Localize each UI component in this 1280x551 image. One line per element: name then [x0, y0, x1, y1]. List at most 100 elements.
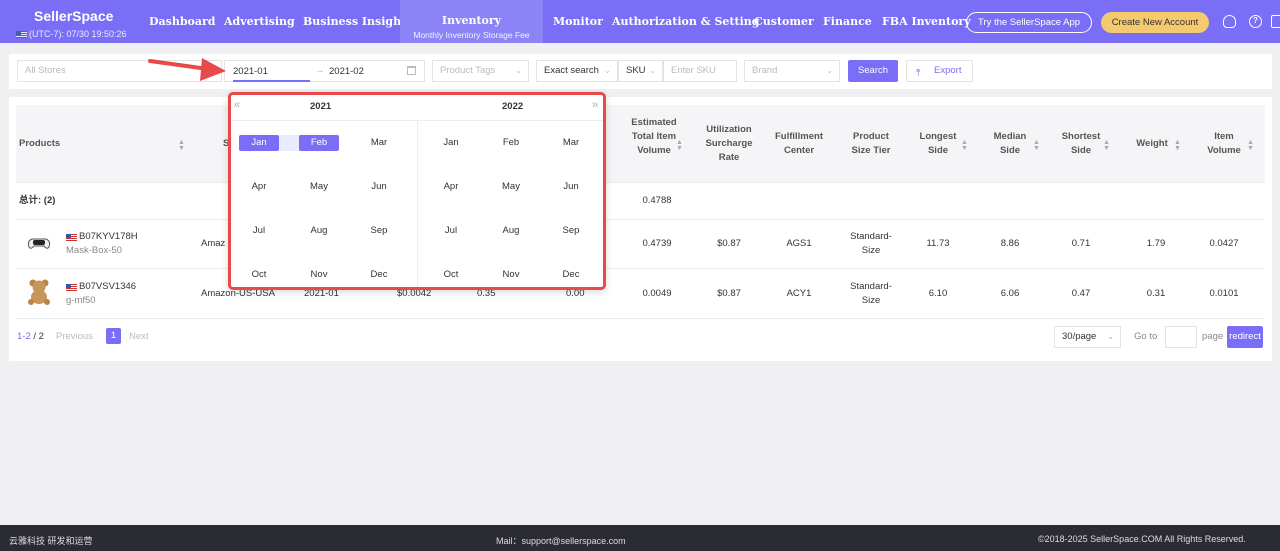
upload-icon: ⤒: [916, 68, 921, 79]
try-app-button[interactable]: Try the SellerSpace App: [966, 12, 1092, 33]
col-header-weight[interactable]: Weight: [1130, 137, 1174, 151]
left-month-dec[interactable]: Dec: [359, 267, 399, 283]
nav-fba-inventory[interactable]: FBA Inventory: [882, 0, 971, 43]
right-month-sep[interactable]: Sep: [551, 223, 591, 239]
search-mode-select[interactable]: Exact search ⌄: [536, 60, 618, 82]
col-header-item-volume[interactable]: Item Volume: [1199, 130, 1249, 158]
headset-icon[interactable]: [1223, 15, 1236, 28]
right-month-mar[interactable]: Mar: [551, 135, 591, 151]
left-month-aug[interactable]: Aug: [299, 223, 339, 239]
right-month-aug[interactable]: Aug: [491, 223, 531, 239]
right-month-apr[interactable]: Apr: [431, 179, 471, 195]
month-range-picker[interactable]: 2021-01 → 2021-02: [224, 60, 425, 82]
col-header-size-tier[interactable]: Product Size Tier: [845, 130, 897, 158]
footer-mail[interactable]: Mail：support@sellerspace.com: [496, 534, 626, 547]
left-month-jul[interactable]: Jul: [239, 223, 279, 239]
chevron-down-icon: ⌄: [604, 66, 611, 75]
col-header-products[interactable]: Products: [19, 137, 60, 151]
left-month-apr[interactable]: Apr: [239, 179, 279, 195]
logo[interactable]: SellerSpace: [34, 8, 113, 24]
sort-icon[interactable]: ▲ ▼: [178, 139, 185, 152]
right-month-may[interactable]: May: [491, 179, 531, 195]
left-month-feb[interactable]: Feb: [299, 135, 339, 151]
nav-inventory[interactable]: Inventory Monthly Inventory Storage Fee: [400, 0, 543, 43]
nav-finance[interactable]: Finance: [823, 0, 872, 43]
translate-icon[interactable]: [1271, 15, 1280, 28]
median-side: 8.86: [1000, 238, 1020, 249]
sort-icon[interactable]: ▲ ▼: [1247, 139, 1254, 152]
col-header-median[interactable]: Median Side: [985, 130, 1035, 158]
page-range-value: 1-2: [17, 331, 31, 342]
sku-input-placeholder: Enter SKU: [671, 65, 716, 76]
sku-field-select[interactable]: SKU ⌄: [618, 60, 663, 82]
col-header-utilization[interactable]: Utilization Surcharge Rate: [700, 123, 758, 165]
nav-authorization-setting[interactable]: Authorization & Setting: [612, 0, 759, 43]
date-end-value[interactable]: 2021-02: [329, 66, 364, 77]
page-1-button[interactable]: 1: [106, 328, 121, 344]
prev-year-icon[interactable]: «: [234, 99, 240, 111]
left-month-jan[interactable]: Jan: [239, 135, 279, 151]
right-month-jan[interactable]: Jan: [431, 135, 471, 151]
utilization-rate: $0.87: [717, 288, 741, 299]
brand-select[interactable]: Brand ⌄: [744, 60, 840, 82]
right-month-feb[interactable]: Feb: [491, 135, 531, 151]
left-month-nov[interactable]: Nov: [299, 267, 339, 283]
right-month-nov[interactable]: Nov: [491, 267, 531, 283]
left-month-may[interactable]: May: [299, 179, 339, 195]
sort-icon[interactable]: ▲ ▼: [1033, 139, 1040, 152]
export-button[interactable]: ⤒ Export: [906, 60, 973, 82]
nav-inventory-title: Inventory: [441, 14, 502, 27]
left-month-oct[interactable]: Oct: [239, 267, 279, 283]
sku-input[interactable]: Enter SKU: [663, 60, 737, 82]
right-month-jul[interactable]: Jul: [431, 223, 471, 239]
sku-field-value: SKU: [626, 65, 646, 76]
us-flag-icon: [16, 30, 27, 38]
next-button[interactable]: Next: [129, 331, 149, 342]
product-asin[interactable]: B07KYV178H: [79, 230, 138, 244]
nav-dashboard[interactable]: Dashboard: [149, 0, 216, 43]
product-thumbnail[interactable]: [25, 277, 53, 305]
create-account-button[interactable]: Create New Account: [1101, 12, 1209, 33]
goto-page-input[interactable]: [1165, 326, 1197, 348]
product-sku: g-mf50: [66, 295, 96, 306]
sort-icon[interactable]: ▲ ▼: [1174, 139, 1181, 152]
left-month-jun[interactable]: Jun: [359, 179, 399, 195]
previous-button[interactable]: Previous: [56, 331, 93, 342]
left-month-sep[interactable]: Sep: [359, 223, 399, 239]
sort-icon[interactable]: ▲ ▼: [676, 139, 683, 152]
est-volume: 0.0049: [642, 288, 672, 299]
store-name: Amaz: [201, 238, 226, 249]
help-icon[interactable]: ?: [1249, 15, 1262, 28]
search-button[interactable]: Search: [848, 60, 898, 82]
nav-advertising[interactable]: Advertising: [224, 0, 295, 43]
weight: 1.79: [1146, 238, 1166, 249]
us-flag-icon: [66, 234, 77, 241]
right-month-jun[interactable]: Jun: [551, 179, 591, 195]
col-header-est-volume[interactable]: Estimated Total Item Volume: [630, 116, 678, 158]
nav-monitor[interactable]: Monitor: [553, 0, 603, 43]
nav-business-insight[interactable]: Business Insight: [303, 0, 406, 43]
left-month-mar[interactable]: Mar: [359, 135, 399, 151]
date-start-value[interactable]: 2021-01: [233, 66, 268, 77]
left-year[interactable]: 2021: [310, 101, 331, 112]
right-month-dec[interactable]: Dec: [551, 267, 591, 283]
page-total: 2: [38, 331, 44, 342]
calendar-icon[interactable]: [407, 66, 416, 75]
month-range-calendar: « 2021 2022 » Jan Feb Mar Apr May Jun Jul Aug Se…: [228, 92, 606, 290]
product-asin[interactable]: B07VSV1346: [79, 280, 136, 294]
sort-icon[interactable]: ▲ ▼: [1103, 139, 1110, 152]
product-thumbnail[interactable]: [25, 229, 53, 257]
col-header-longest[interactable]: Longest Side: [913, 130, 963, 158]
est-volume: 0.4739: [642, 238, 672, 249]
goto-label: Go to: [1134, 331, 1158, 342]
page-size-select[interactable]: 30/page ⌄: [1054, 326, 1121, 348]
right-month-oct[interactable]: Oct: [431, 267, 471, 283]
next-year-icon[interactable]: »: [592, 99, 598, 111]
col-header-shortest[interactable]: Shortest Side: [1057, 130, 1105, 158]
product-tags-select[interactable]: Product Tags ⌄: [432, 60, 529, 82]
redirect-button[interactable]: redirect: [1227, 326, 1263, 348]
nav-customer[interactable]: Customer: [754, 0, 814, 43]
right-year[interactable]: 2022: [502, 101, 523, 112]
col-header-fc[interactable]: Fulfillment Center: [771, 130, 827, 158]
sort-icon[interactable]: ▲ ▼: [961, 139, 968, 152]
